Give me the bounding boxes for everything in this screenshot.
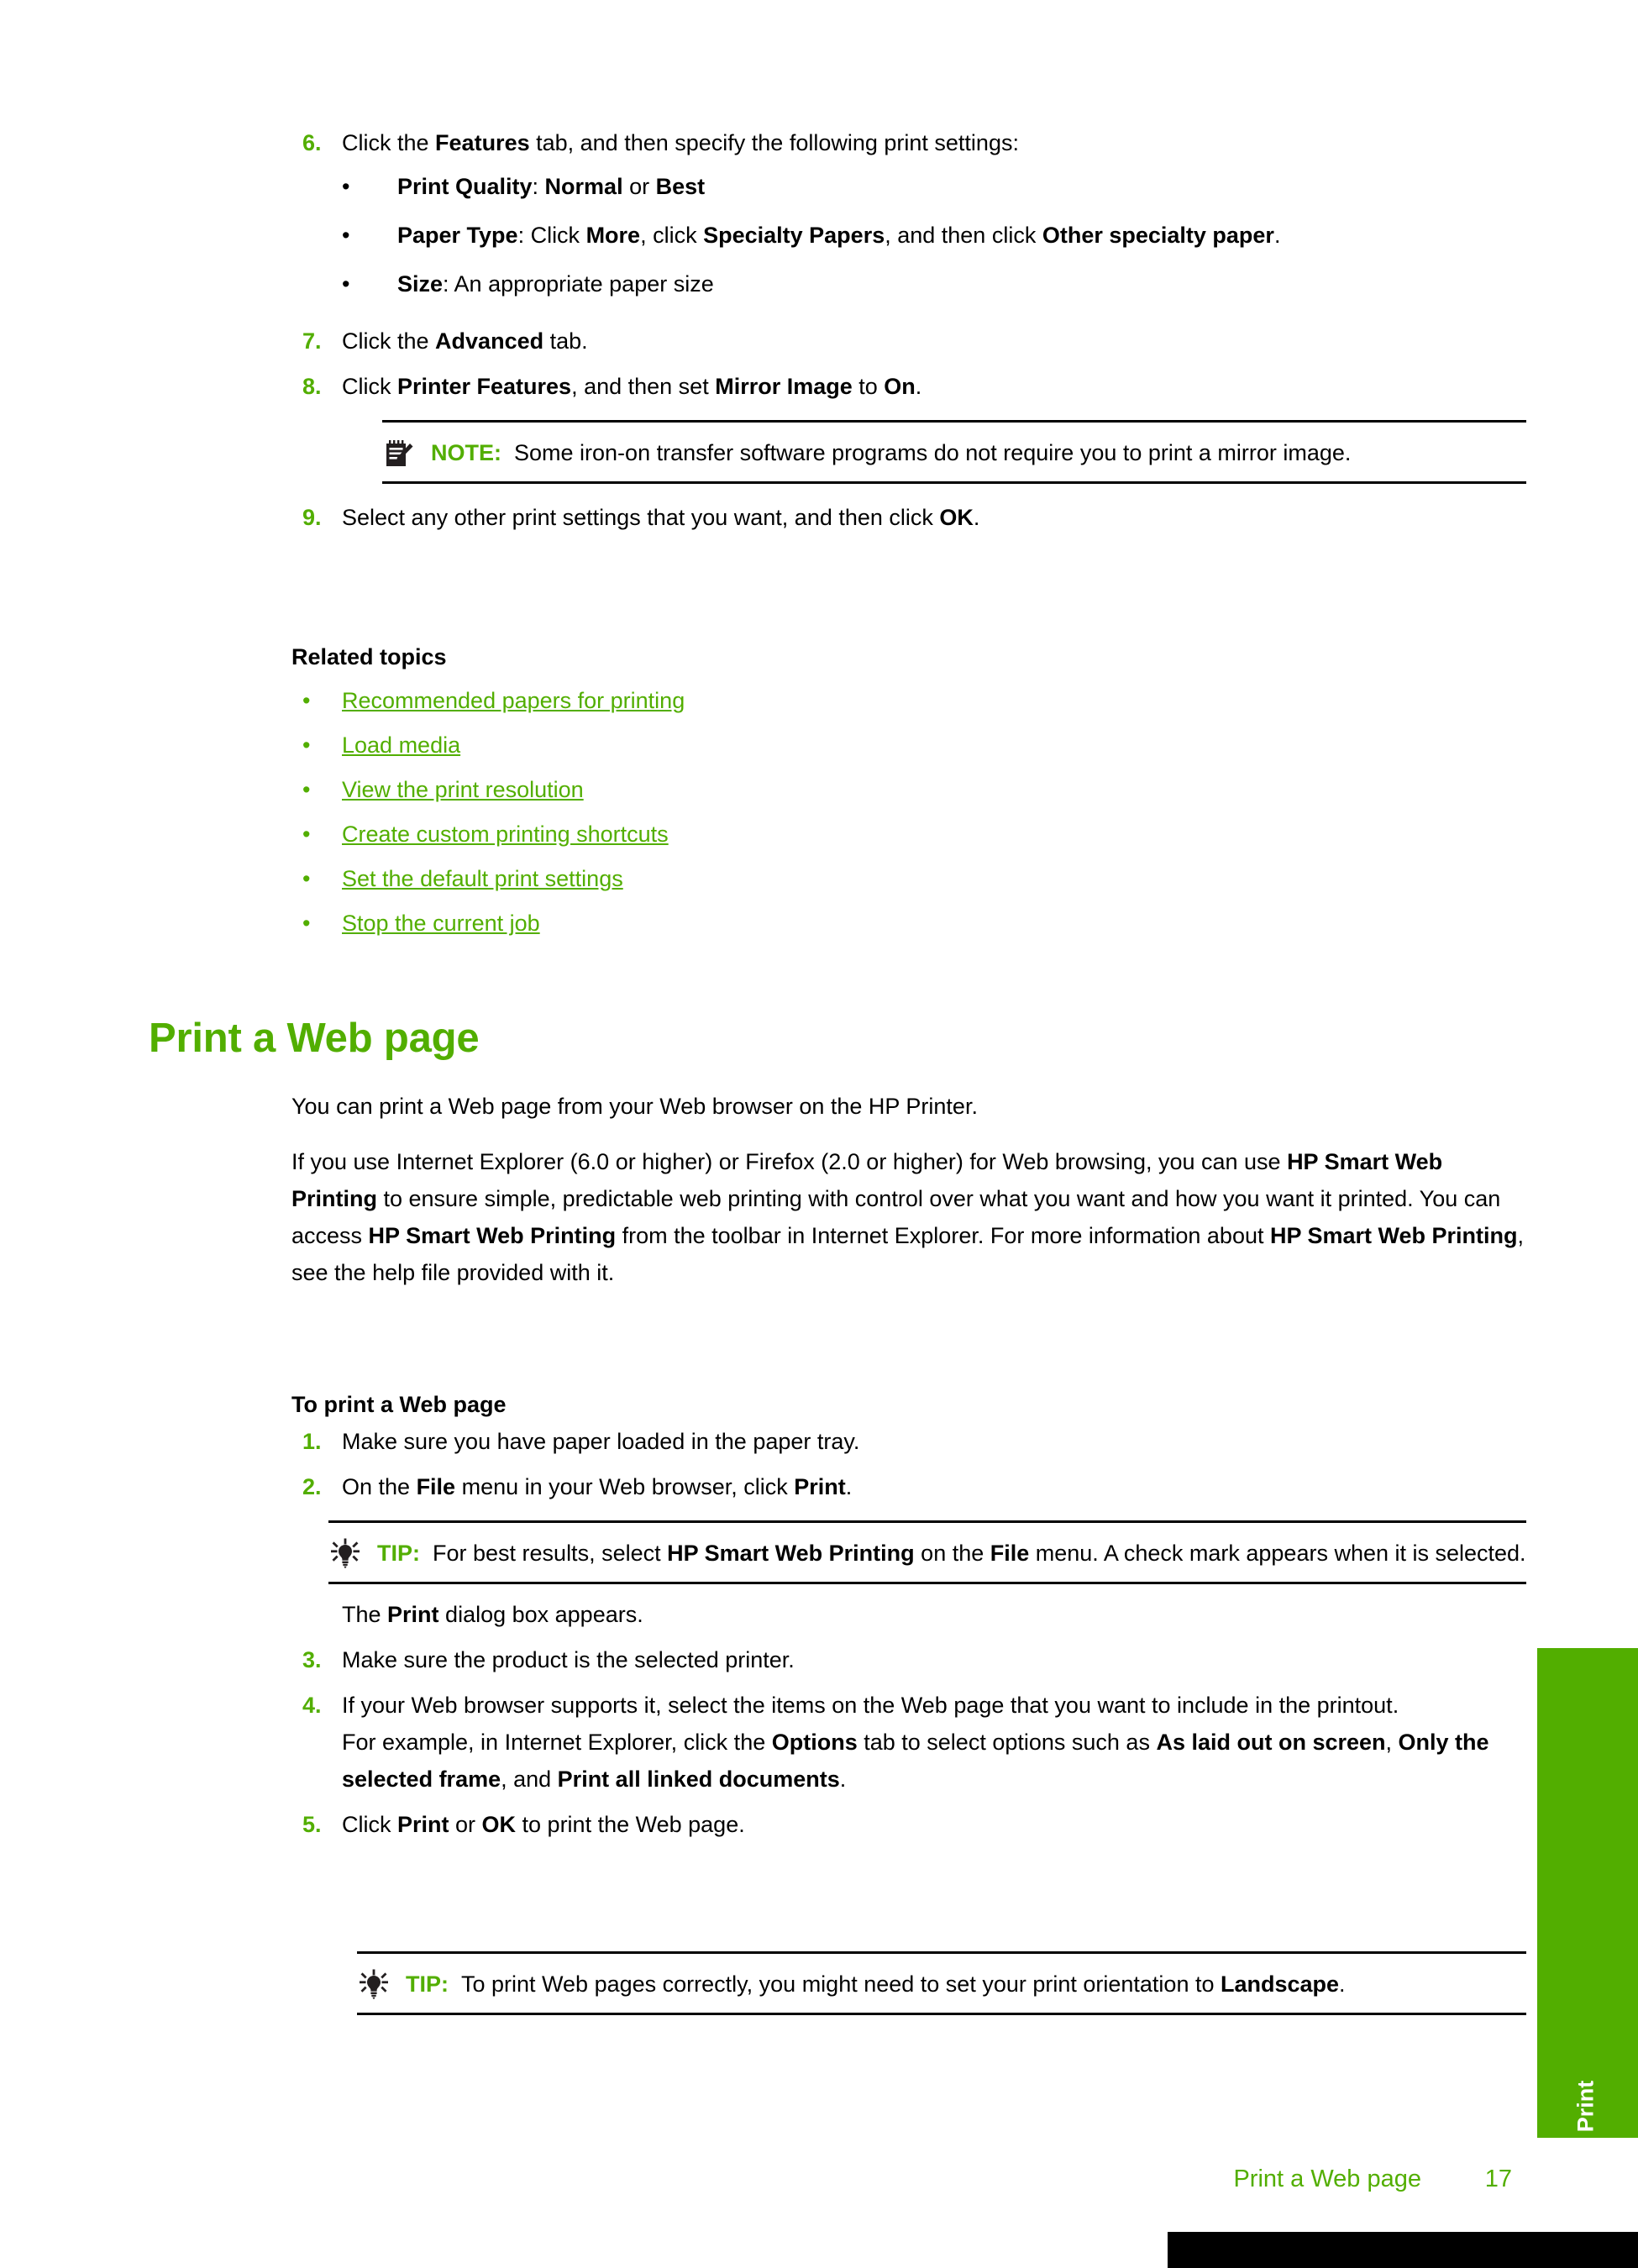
related-link[interactable]: Load media <box>342 727 460 764</box>
chapter-side-tab-label: Print <box>1572 2080 1599 2133</box>
bullet-dot-icon: • <box>302 911 311 936</box>
callout-bottom-rule <box>328 1582 1526 1584</box>
howto-heading: To print a Web page <box>291 1392 507 1417</box>
related-link[interactable]: Set the default print settings <box>342 860 623 897</box>
subbullet-text: Paper Type: Click More, click Specialty … <box>397 223 1281 248</box>
step-item: 8. Click Printer Features, and then set … <box>291 368 1526 405</box>
step-item: The Print dialog box appears. <box>291 1596 1526 1633</box>
step-number: 8. <box>302 374 322 399</box>
bottom-black-bar <box>1168 2232 1638 2268</box>
howto-section: To print a Web page 1. Make sure you hav… <box>291 1386 1526 1851</box>
page-title-wrapper: Print a Web page <box>149 1015 1526 1062</box>
step-continuation-text: For example, in Internet Explorer, click… <box>342 1730 1489 1792</box>
list-item: • Print Quality: Normal or Best <box>342 168 1526 205</box>
list-item[interactable]: • Load media <box>291 727 1526 764</box>
page-footer: Print a Web page 17 <box>0 2166 1512 2193</box>
step-number: 6. <box>302 130 322 155</box>
list-item: • Paper Type: Click More, click Specialt… <box>342 217 1526 254</box>
tip-callout: TIP: For best results, select HP Smart W… <box>328 1520 1526 1584</box>
step-item: 5. Click Print or OK to print the Web pa… <box>291 1806 1526 1843</box>
step-number: 4. <box>302 1693 322 1718</box>
related-topics-section: Related topics • Recommended papers for … <box>291 638 1526 949</box>
intro-section: You can print a Web page from your Web b… <box>291 1088 1526 1310</box>
tip-callout: TIP: To print Web pages correctly, you m… <box>357 1951 1526 2015</box>
subbullet-list: • Print Quality: Normal or Best • Paper … <box>342 168 1526 302</box>
step-item: 1. Make sure you have paper loaded in th… <box>291 1423 1526 1460</box>
document-page: 6. Click the Features tab, and then spec… <box>0 0 1638 2268</box>
note-callout: NOTE: Some iron-on transfer software pro… <box>382 420 1526 484</box>
tip-label: TIP: <box>406 1971 449 1997</box>
lightbulb-icon <box>357 1966 406 2003</box>
tip-text: TIP: For best results, select HP Smart W… <box>377 1541 1526 1566</box>
intro-paragraph-1: You can print a Web page from your Web b… <box>291 1094 978 1119</box>
bullet-dot-icon: • <box>302 866 311 891</box>
note-text: NOTE: Some iron-on transfer software pro… <box>431 440 1352 465</box>
step-number: 1. <box>302 1429 322 1454</box>
step-text: Click Print or OK to print the Web page. <box>342 1812 745 1837</box>
step-item: 7. Click the Advanced tab. <box>291 323 1526 360</box>
related-link[interactable]: Create custom printing shortcuts <box>342 816 669 853</box>
page-title: Print a Web page <box>149 1016 480 1061</box>
step-text: Click the Advanced tab. <box>342 328 588 354</box>
lightbulb-icon <box>328 1535 377 1572</box>
final-tip-wrapper: TIP: To print Web pages correctly, you m… <box>291 1951 1526 2015</box>
step-text: If your Web browser supports it, select … <box>342 1687 1526 1798</box>
step-item: 6. Click the Features tab, and then spec… <box>291 124 1526 314</box>
step-item: 2. On the File menu in your Web browser,… <box>291 1468 1526 1505</box>
callout-bottom-rule <box>382 481 1526 484</box>
tip-text: TIP: To print Web pages correctly, you m… <box>406 1971 1346 1997</box>
list-item[interactable]: • Stop the current job <box>291 905 1526 942</box>
bullet-dot-icon: • <box>302 822 311 847</box>
subbullet-text: Size: An appropriate paper size <box>397 271 714 297</box>
related-link[interactable]: Recommended papers for printing <box>342 682 685 719</box>
step-number: 5. <box>302 1812 322 1837</box>
after-tip-text: The Print dialog box appears. <box>342 1602 643 1627</box>
related-link[interactable]: View the print resolution <box>342 771 584 808</box>
step-text: On the File menu in your Web browser, cl… <box>342 1474 853 1499</box>
steps-section-iron-on: 6. Click the Features tab, and then spec… <box>291 124 1526 544</box>
step-number: 2. <box>302 1474 322 1499</box>
bullet-dot-icon: • <box>302 688 311 713</box>
step-number: 7. <box>302 328 322 354</box>
bullet-dot-icon: • <box>342 174 350 199</box>
step-item: 4. If your Web browser supports it, sele… <box>291 1687 1526 1798</box>
list-item: • Size: An appropriate paper size <box>342 265 1526 302</box>
note-label: NOTE: <box>431 440 501 465</box>
bullet-dot-icon: • <box>342 223 350 248</box>
related-link[interactable]: Stop the current job <box>342 905 540 942</box>
step-number <box>291 1596 342 1633</box>
bullet-dot-icon: • <box>302 732 311 758</box>
step-text: Click Printer Features, and then set Mir… <box>342 374 922 399</box>
subbullet-text: Print Quality: Normal or Best <box>397 174 706 199</box>
step-item: 3. Make sure the product is the selected… <box>291 1641 1526 1678</box>
list-item[interactable]: • Recommended papers for printing <box>291 682 1526 719</box>
step-text: Select any other print settings that you… <box>342 505 980 530</box>
step-text: Make sure you have paper loaded in the p… <box>342 1429 860 1454</box>
bullet-dot-icon: • <box>302 777 311 802</box>
callout-bottom-rule <box>357 2013 1526 2015</box>
footer-page-number: 17 <box>1484 2166 1512 2192</box>
step-text: Click the Features tab, and then specify… <box>342 124 1526 314</box>
list-item[interactable]: • Create custom printing shortcuts <box>291 816 1526 853</box>
step-item: 9. Select any other print settings that … <box>291 499 1526 536</box>
bullet-dot-icon: • <box>342 271 350 297</box>
intro-paragraph-2: If you use Internet Explorer (6.0 or hig… <box>291 1149 1525 1285</box>
related-topics-heading: Related topics <box>291 644 447 669</box>
list-item[interactable]: • View the print resolution <box>291 771 1526 808</box>
list-item[interactable]: • Set the default print settings <box>291 860 1526 897</box>
footer-section-title: Print a Web page <box>1233 2166 1421 2192</box>
step-text: Make sure the product is the selected pr… <box>342 1647 795 1672</box>
chapter-side-tab: Print <box>1537 1648 1638 2138</box>
tip-label: TIP: <box>377 1541 420 1566</box>
step-number: 9. <box>302 505 322 530</box>
step-number: 3. <box>302 1647 322 1672</box>
note-pencil-icon <box>382 434 431 471</box>
